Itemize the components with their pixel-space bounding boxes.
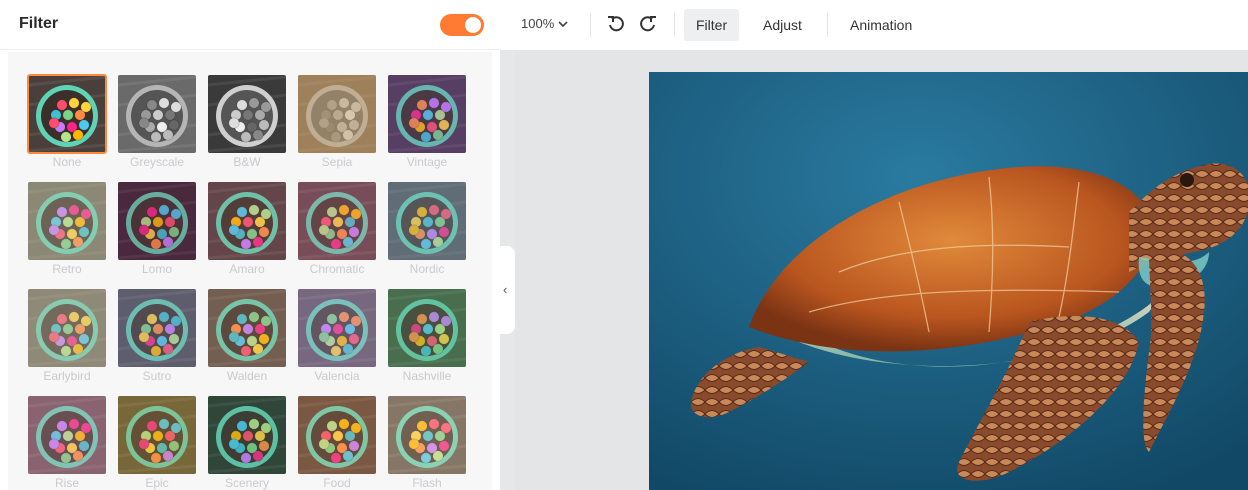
- filter-tile[interactable]: Earlybird: [28, 289, 106, 385]
- filter-thumbnail: [388, 289, 466, 367]
- collapse-panel-button[interactable]: ‹: [500, 246, 515, 334]
- filter-thumbnail: [298, 75, 376, 153]
- filter-thumbnail: [28, 289, 106, 367]
- panel-header: Filter: [0, 0, 500, 50]
- filter-tile[interactable]: Greyscale: [118, 75, 196, 171]
- toggle-knob: [465, 17, 481, 33]
- filter-tile[interactable]: Lomo: [118, 182, 196, 278]
- panel-title: Filter: [19, 15, 59, 32]
- filter-label: Rise: [54, 476, 79, 490]
- filter-label: Food: [323, 476, 351, 490]
- filter-label: B&W: [233, 155, 261, 169]
- filter-tile[interactable]: Valencia: [298, 289, 376, 385]
- filter-tile[interactable]: None: [27, 74, 107, 171]
- filter-tile[interactable]: Rise: [28, 396, 106, 490]
- filter-thumbnail: [298, 396, 376, 474]
- filter-label: Valencia: [314, 369, 360, 383]
- filter-tile[interactable]: Amaro: [208, 182, 286, 278]
- filter-tile[interactable]: Flash: [388, 396, 466, 490]
- filter-tile[interactable]: Vintage: [388, 75, 466, 171]
- filter-thumbnail: [298, 289, 376, 367]
- filter-thumbnail: [208, 396, 286, 474]
- filter-label: Amaro: [229, 262, 265, 276]
- filter-label: Greyscale: [129, 155, 185, 169]
- tab-filter[interactable]: Filter: [684, 9, 740, 41]
- filter-label: Retro: [52, 262, 82, 276]
- zoom-select[interactable]: 100%: [521, 16, 568, 31]
- chevron-down-icon: [558, 16, 568, 31]
- filter-thumbnail: [28, 182, 106, 260]
- filter-tile[interactable]: Food: [298, 396, 376, 490]
- undo-icon[interactable]: [606, 14, 626, 34]
- filter-label: Vintage: [406, 155, 448, 169]
- filter-label: Flash: [412, 476, 442, 490]
- filter-tile[interactable]: B&W: [208, 75, 286, 171]
- filter-tile[interactable]: Nashville: [388, 289, 466, 385]
- filter-thumbnail: [118, 182, 196, 260]
- filter-tile[interactable]: Walden: [208, 289, 286, 385]
- filter-label: Scenery: [224, 476, 270, 490]
- filter-tile[interactable]: Retro: [28, 182, 106, 278]
- tab-animation[interactable]: Animation: [838, 9, 924, 41]
- filter-label: Epic: [145, 476, 169, 490]
- filter-thumbnail: [388, 75, 466, 153]
- filter-label: Chromatic: [309, 262, 365, 276]
- filter-thumbnail: [27, 74, 107, 154]
- filter-label: None: [52, 155, 82, 169]
- filter-thumbnail: [208, 182, 286, 260]
- filter-label: Sutro: [142, 369, 172, 383]
- photo-preview[interactable]: [649, 72, 1248, 490]
- filter-thumbnail: [208, 289, 286, 367]
- filter-thumbnail: [118, 396, 196, 474]
- filter-thumbnail: [208, 75, 286, 153]
- filter-tile[interactable]: Chromatic: [298, 182, 376, 278]
- filter-thumbnail: [298, 182, 376, 260]
- toolbar-divider: [590, 13, 591, 37]
- filter-thumbnail: [118, 75, 196, 153]
- filter-label: Earlybird: [43, 369, 91, 383]
- filter-thumbnail: [388, 396, 466, 474]
- filter-tile[interactable]: Epic: [118, 396, 196, 490]
- filter-thumbnail: [388, 182, 466, 260]
- filter-thumbnail: [118, 289, 196, 367]
- tab-adjust[interactable]: Adjust: [751, 9, 814, 41]
- toolbar-divider: [827, 13, 828, 37]
- toolbar-divider: [674, 13, 675, 37]
- filter-label: Walden: [226, 369, 268, 383]
- filter-grid-area: None Greyscale B&W Sepia Vintage Retro L…: [8, 52, 492, 490]
- filter-tile[interactable]: Sepia: [298, 75, 376, 171]
- chevron-left-icon: ‹: [503, 282, 508, 297]
- filter-thumbnail: [28, 396, 106, 474]
- zoom-value: 100%: [521, 16, 555, 31]
- filter-tile[interactable]: Sutro: [118, 289, 196, 385]
- filter-label: Nashville: [402, 369, 452, 383]
- filter-tile[interactable]: Nordic: [388, 182, 466, 278]
- redo-icon[interactable]: [638, 14, 658, 34]
- filter-label: Nordic: [409, 262, 445, 276]
- filter-label: Sepia: [321, 155, 353, 169]
- filter-tile[interactable]: Scenery: [208, 396, 286, 490]
- filter-panel: Filter None Greyscale B&W Sepia Vintage …: [0, 0, 500, 490]
- filter-label: Lomo: [141, 262, 173, 276]
- filter-toggle[interactable]: [440, 14, 484, 36]
- toolbar: 100% Filter Adjust Animation: [500, 0, 1248, 50]
